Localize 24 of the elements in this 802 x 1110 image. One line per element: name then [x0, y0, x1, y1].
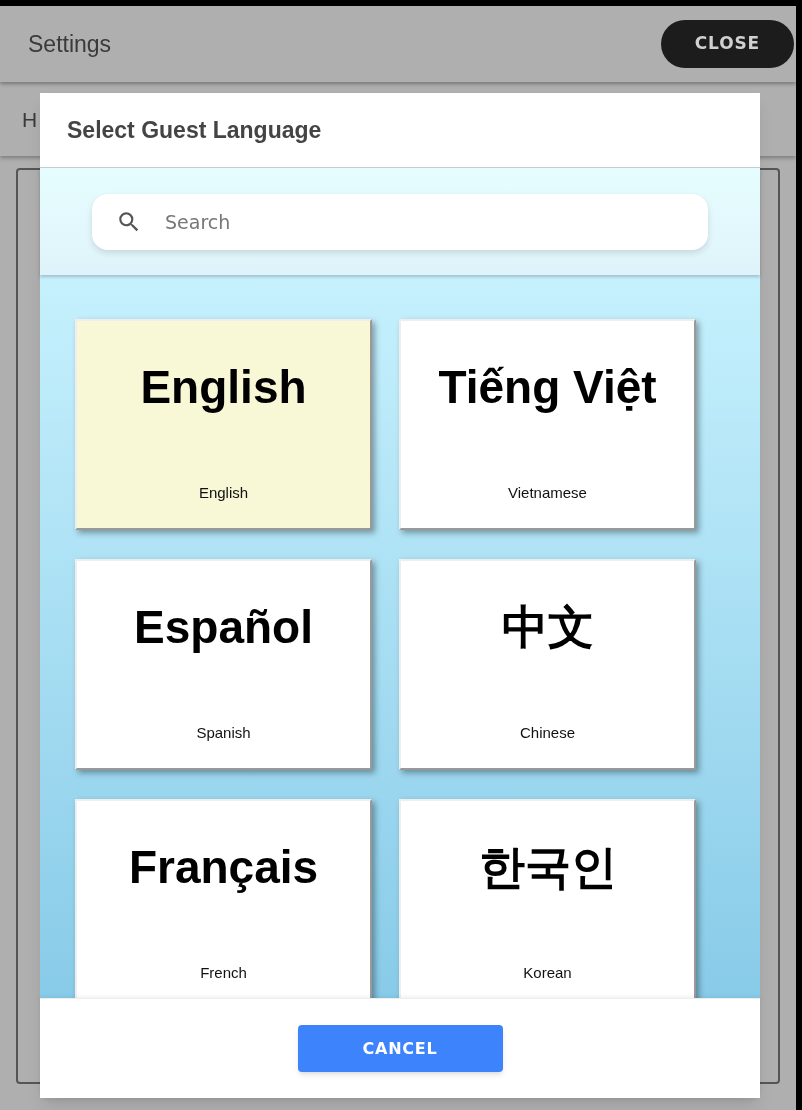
- dialog-title: Select Guest Language: [67, 115, 322, 145]
- section-title: H: [22, 107, 38, 134]
- language-native-name: Français: [128, 840, 319, 895]
- language-english-name: Spanish: [196, 722, 251, 743]
- language-english-name: Chinese: [519, 722, 575, 743]
- language-english-name: English: [198, 482, 249, 503]
- language-english-name: Korean: [523, 962, 572, 983]
- language-english-name: Vietnamese: [508, 482, 587, 503]
- language-english-name: French: [200, 962, 247, 983]
- language-card[interactable]: Español Spanish: [75, 559, 372, 770]
- page-title: Settings: [28, 29, 112, 59]
- language-native-name: English: [140, 360, 307, 415]
- language-native-name: 中文: [501, 600, 594, 655]
- cancel-button[interactable]: CANCEL: [297, 1025, 503, 1072]
- language-native-name: 한국인: [478, 840, 617, 895]
- language-native-name: Español: [134, 600, 313, 655]
- language-card[interactable]: Tiếng Việt Vietnamese: [399, 319, 696, 530]
- close-button[interactable]: CLOSE: [660, 20, 794, 68]
- language-card[interactable]: 한국인 Korean: [399, 799, 696, 998]
- search-field[interactable]: Search: [92, 193, 708, 250]
- language-card[interactable]: Français French: [75, 799, 372, 998]
- language-native-name: Tiếng Việt: [438, 360, 657, 415]
- language-card[interactable]: English English: [75, 319, 372, 530]
- language-card[interactable]: 中文 Chinese: [399, 559, 696, 770]
